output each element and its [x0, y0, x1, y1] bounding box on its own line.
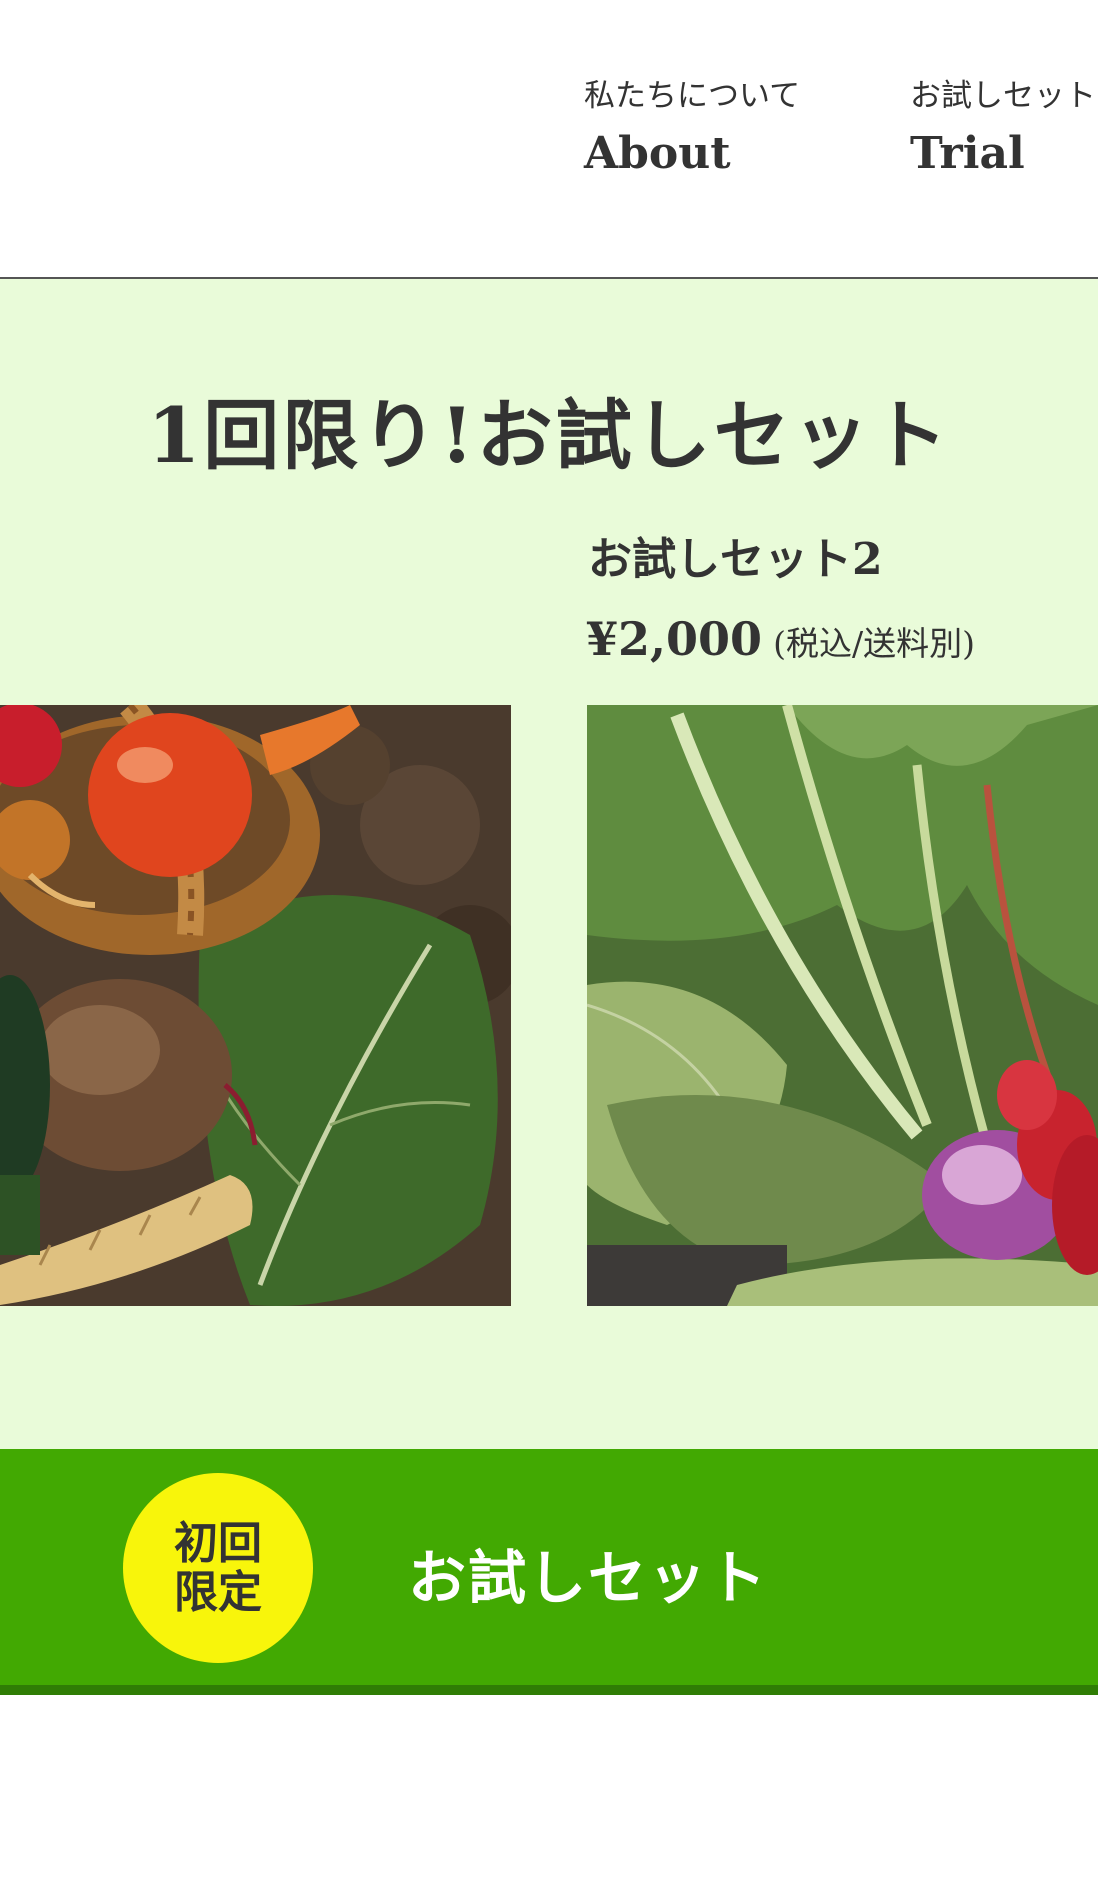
- nav-item-trial[interactable]: お試しセット Trial: [910, 78, 1096, 180]
- price-line: ¥2,000 (税込/送料別): [586, 612, 975, 666]
- nav-item-trial-en: Trial: [910, 128, 1025, 180]
- nav-item-about-en: About: [584, 128, 731, 180]
- section-title: 1回限り!お試しセット: [147, 390, 951, 480]
- leafy-greens-radish-photo[interactable]: [587, 705, 1098, 1306]
- product-price: ¥2,000: [586, 612, 763, 666]
- nav-item-about-jp: 私たちについて: [584, 78, 801, 114]
- nav-item-about[interactable]: 私たちについて About: [584, 78, 800, 180]
- first-time-only-badge: 初回限定: [123, 1473, 313, 1663]
- price-note: (税込/送料別): [773, 624, 976, 663]
- site-header: 私たちについて About お試しセット Trial: [0, 0, 1098, 279]
- badge-label: 初回限定: [174, 1517, 262, 1618]
- nav-item-trial-jp: お試しセット: [910, 78, 1096, 114]
- page: 私たちについて About お試しセット Trial 1回限り!お試しセット お…: [0, 0, 1098, 1884]
- trial-set-section: 1回限り!お試しセット お試しセット2 ¥2,000 (税込/送料別): [0, 279, 1098, 1449]
- product-name: お試しセット2: [588, 534, 883, 585]
- cta-label: お試しセット: [408, 1544, 769, 1612]
- trial-set-cta-button[interactable]: 初回限定 お試しセット: [0, 1449, 1098, 1695]
- vegetable-basket-photo[interactable]: [0, 705, 511, 1306]
